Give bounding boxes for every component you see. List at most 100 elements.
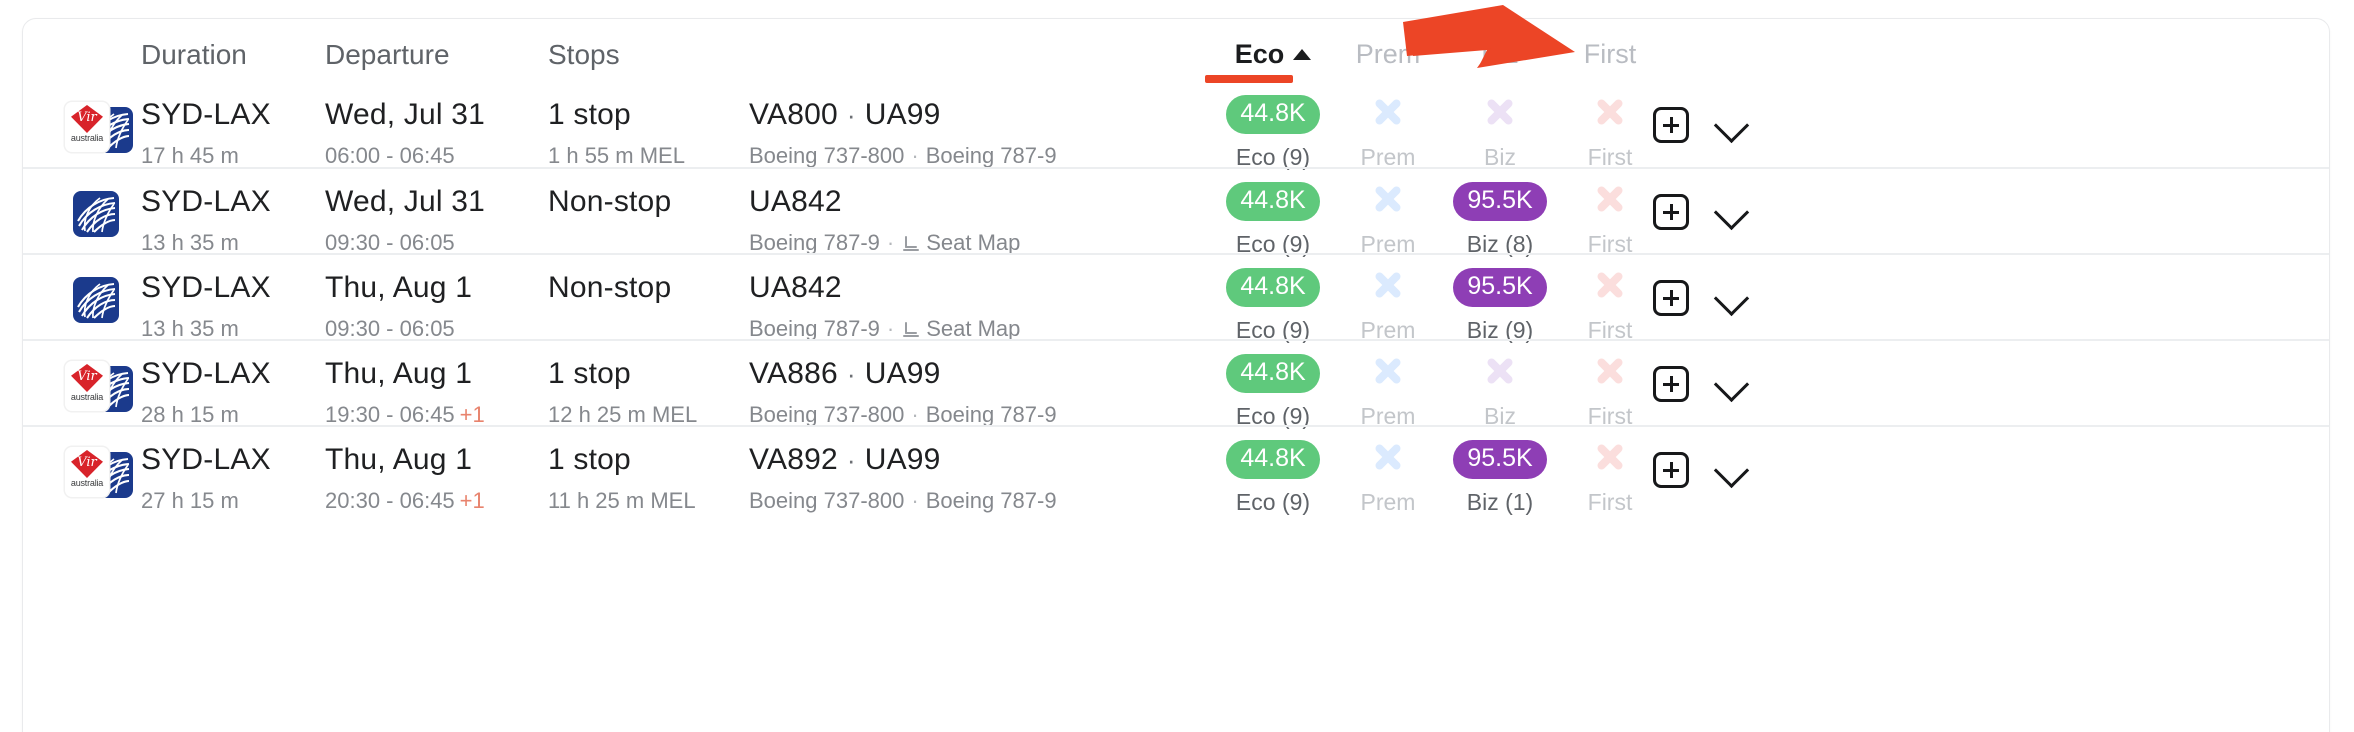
seat-map-link[interactable]: Seat Map <box>901 230 1020 255</box>
airline-logo-virgin-australia: Vir australia <box>65 102 109 152</box>
price-badge-biz[interactable]: 95.5K <box>1453 268 1547 307</box>
price-badge-eco[interactable]: 44.8K <box>1226 268 1320 307</box>
layover-label: 1 h 55 m MEL <box>548 143 685 168</box>
flight-separator: · <box>846 445 856 475</box>
cabin-cell-prem: Prem <box>1323 182 1453 258</box>
unavailable-x-icon <box>1371 354 1405 388</box>
price-badge-biz[interactable]: 95.5K <box>1453 182 1547 221</box>
flight-separator: · <box>846 100 856 130</box>
cabin-cell-eco[interactable]: 44.8K Eco (9) <box>1208 182 1338 258</box>
aircraft-primary: Boeing 737-800 <box>749 143 905 168</box>
flight-numbers: VA892 · UA99 <box>749 443 1057 477</box>
route-label: SYD-LAX <box>141 271 271 304</box>
duration-label: 27 h 15 m <box>141 488 239 513</box>
route-label: SYD-LAX <box>141 98 271 131</box>
duration-cell: SYD-LAX 28 h 15 m <box>141 357 271 428</box>
plus-box-icon[interactable] <box>1653 452 1689 488</box>
flight-details-cell: UA842 Boeing 787-9 · Seat Map <box>749 185 1020 256</box>
row-divider <box>23 340 2329 341</box>
flight-numbers: VA800 · UA99 <box>749 98 1057 132</box>
flight-number-secondary: UA99 <box>864 98 941 131</box>
seatmap-separator: · <box>886 230 895 255</box>
stops-cell: 1 stop 12 h 25 m MEL <box>548 357 697 428</box>
table-row[interactable]: SYD-LAX 13 h 35 m Thu, Aug 1 09:30 - 06:05 N… <box>23 253 2329 343</box>
stops-label: Non-stop <box>548 185 672 218</box>
flight-number-primary: VA892 <box>749 443 838 476</box>
departure-cell: Thu, Aug 1 09:30 - 06:05 <box>325 271 472 342</box>
cabin-cell-eco[interactable]: 44.8K Eco (9) <box>1208 440 1338 516</box>
flight-number-secondary: UA99 <box>864 357 941 390</box>
departure-date: Wed, Jul 31 <box>325 98 486 131</box>
seat-map-label: Seat Map <box>926 230 1021 255</box>
departure-cell: Wed, Jul 31 06:00 - 06:45 <box>325 98 485 169</box>
plus-box-icon[interactable] <box>1653 366 1689 402</box>
column-header-eco-label: Eco <box>1234 39 1285 69</box>
aircraft-primary: Boeing 737-800 <box>749 402 905 427</box>
price-badge-biz[interactable]: 95.5K <box>1453 440 1547 479</box>
unavailable-x-icon <box>1593 268 1627 302</box>
column-header-duration[interactable]: Duration <box>141 39 247 71</box>
airline-logo-virgin-australia: Vir australia <box>65 447 109 497</box>
aircraft-primary: Boeing 787-9 <box>749 230 880 255</box>
flight-details-cell: VA886 · UA99 Boeing 737-800 · Boeing 787-9 <box>749 357 1057 428</box>
cabin-cell-eco[interactable]: 44.8K Eco (9) <box>1208 354 1338 430</box>
flight-details-cell: UA842 Boeing 787-9 · Seat Map <box>749 271 1020 342</box>
column-header-stops[interactable]: Stops <box>548 39 620 71</box>
plus-box-icon[interactable] <box>1653 107 1689 143</box>
flight-number-primary: UA842 <box>749 185 842 218</box>
price-badge-eco[interactable]: 44.8K <box>1226 95 1320 134</box>
chevron-down-icon[interactable] <box>1713 452 1750 489</box>
cabin-cell-prem: Prem <box>1323 354 1453 430</box>
cabin-cell-prem: Prem <box>1323 95 1453 171</box>
flight-numbers: VA886 · UA99 <box>749 357 1057 391</box>
column-header-prem[interactable]: Prem <box>1323 39 1453 70</box>
flight-numbers: UA842 <box>749 185 1020 219</box>
departure-date: Wed, Jul 31 <box>325 185 486 218</box>
aircraft-types: Boeing 737-800 · Boeing 787-9 <box>749 143 1057 169</box>
stops-cell: 1 stop 1 h 55 m MEL <box>548 98 685 169</box>
flight-number-primary: UA842 <box>749 271 842 304</box>
airline-logo-united <box>73 191 119 237</box>
flight-numbers: UA842 <box>749 271 1020 305</box>
table-row[interactable]: SYD-LAX 13 h 35 m Wed, Jul 31 09:30 - 06:05… <box>23 167 2329 257</box>
price-badge-eco[interactable]: 44.8K <box>1226 182 1320 221</box>
chevron-down-icon[interactable] <box>1713 366 1750 403</box>
departure-cell: Wed, Jul 31 09:30 - 06:05 <box>325 185 485 256</box>
departure-times: 20:30 - 06:45 +1 <box>325 488 485 514</box>
sort-ascending-icon <box>1293 49 1312 60</box>
table-row[interactable]: Vir australia SYD-LAX 28 h 15 m Thu, Aug 1 19… <box>23 339 2329 429</box>
unavailable-x-icon <box>1593 182 1627 216</box>
plus-day-badge: +1 <box>459 488 485 513</box>
route-label: SYD-LAX <box>141 443 271 476</box>
cabin-cell-eco[interactable]: 44.8K Eco (9) <box>1208 268 1338 344</box>
departure-times-value: 06:00 - 06:45 <box>325 143 455 168</box>
column-header-first[interactable]: First <box>1545 39 1675 70</box>
table-row[interactable]: Vir australia SYD-LAX 27 h 15 m Thu, Aug 1 20… <box>23 425 2329 515</box>
stops-label: 1 stop <box>548 98 631 131</box>
seatmap-separator: · <box>886 316 895 341</box>
plus-box-icon[interactable] <box>1653 280 1689 316</box>
route-label: SYD-LAX <box>141 357 271 390</box>
plus-box-icon[interactable] <box>1653 194 1689 230</box>
table-row[interactable]: Vir australia SYD-LAX 17 h 45 m Wed, Jul 31 0… <box>23 81 2329 170</box>
airline-logo-virgin-australia: Vir australia <box>65 361 109 411</box>
unavailable-x-icon <box>1593 440 1627 474</box>
chevron-down-icon[interactable] <box>1713 194 1750 231</box>
price-badge-eco[interactable]: 44.8K <box>1226 354 1320 393</box>
aircraft-primary: Boeing 787-9 <box>749 316 880 341</box>
unavailable-x-icon <box>1371 268 1405 302</box>
chevron-down-icon[interactable] <box>1713 280 1750 317</box>
duration-cell: SYD-LAX 13 h 35 m <box>141 271 271 342</box>
duration-cell: SYD-LAX 13 h 35 m <box>141 185 271 256</box>
route-label: SYD-LAX <box>141 185 271 218</box>
column-header-eco[interactable]: Eco <box>1208 39 1338 70</box>
aircraft-secondary: Boeing 787-9 <box>925 402 1057 427</box>
column-header-departure[interactable]: Departure <box>325 39 450 71</box>
price-badge-eco[interactable]: 44.8K <box>1226 440 1320 479</box>
stops-cell: Non-stop <box>548 185 671 219</box>
chevron-down-icon[interactable] <box>1713 107 1750 144</box>
cabin-cell-eco[interactable]: 44.8K Eco (9) <box>1208 95 1338 171</box>
stops-label: Non-stop <box>548 271 672 304</box>
flight-number-secondary: UA99 <box>864 443 941 476</box>
seat-map-link[interactable]: Seat Map <box>901 316 1020 341</box>
